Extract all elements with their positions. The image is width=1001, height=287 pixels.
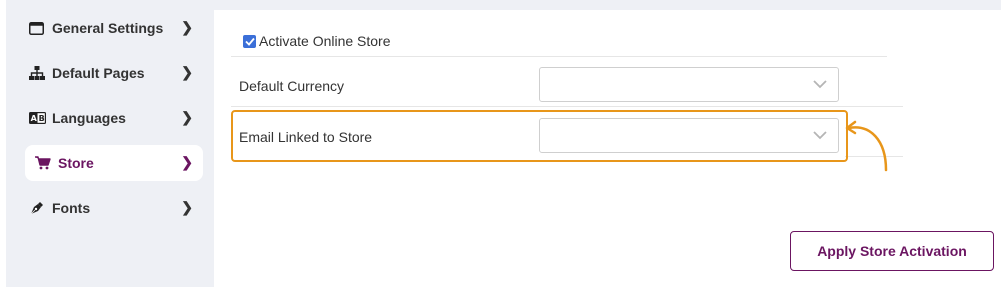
svg-text:B: B (39, 114, 45, 123)
sidebar-item-label: Default Pages (52, 65, 145, 81)
chevron-right-icon: ❯ (181, 199, 193, 215)
window-icon (29, 21, 49, 35)
chevron-down-icon (812, 76, 828, 97)
language-icon: AB (29, 112, 49, 124)
sidebar-item-general-settings[interactable]: General Settings ❯ (19, 10, 203, 46)
activate-store-row: Activate Online Store (243, 33, 391, 49)
apply-store-activation-button[interactable]: Apply Store Activation (790, 231, 994, 271)
divider (231, 106, 903, 107)
curved-arrow-icon (845, 120, 888, 172)
chevron-right-icon: ❯ (181, 109, 193, 125)
email-field-highlight (231, 110, 848, 162)
default-currency-label: Default Currency (239, 78, 345, 94)
sidebar-item-fonts[interactable]: Fonts ❯ (19, 190, 203, 226)
sidebar-item-label: Languages (52, 110, 126, 126)
top-strip (214, 0, 1001, 10)
sidebar-item-label: Store (58, 155, 94, 171)
sitemap-icon (29, 66, 49, 80)
sidebar-item-label: General Settings (52, 20, 164, 36)
chevron-right-icon: ❯ (181, 64, 193, 80)
cart-icon (35, 156, 55, 170)
pen-nib-icon (29, 201, 49, 216)
chevron-right-icon: ❯ (181, 19, 193, 35)
sidebar-item-default-pages[interactable]: Default Pages ❯ (19, 55, 203, 91)
activate-store-checkbox[interactable] (243, 34, 256, 48)
activate-store-label[interactable]: Activate Online Store (259, 33, 391, 49)
sidebar-item-label: Fonts (52, 200, 91, 216)
default-currency-select[interactable] (539, 67, 839, 102)
chevron-right-icon: ❯ (181, 154, 193, 170)
sidebar-item-languages[interactable]: AB Languages ❯ (19, 100, 203, 136)
divider (231, 56, 887, 57)
svg-text:A: A (31, 114, 38, 123)
sidebar-item-store[interactable]: Store ❯ (25, 145, 203, 181)
